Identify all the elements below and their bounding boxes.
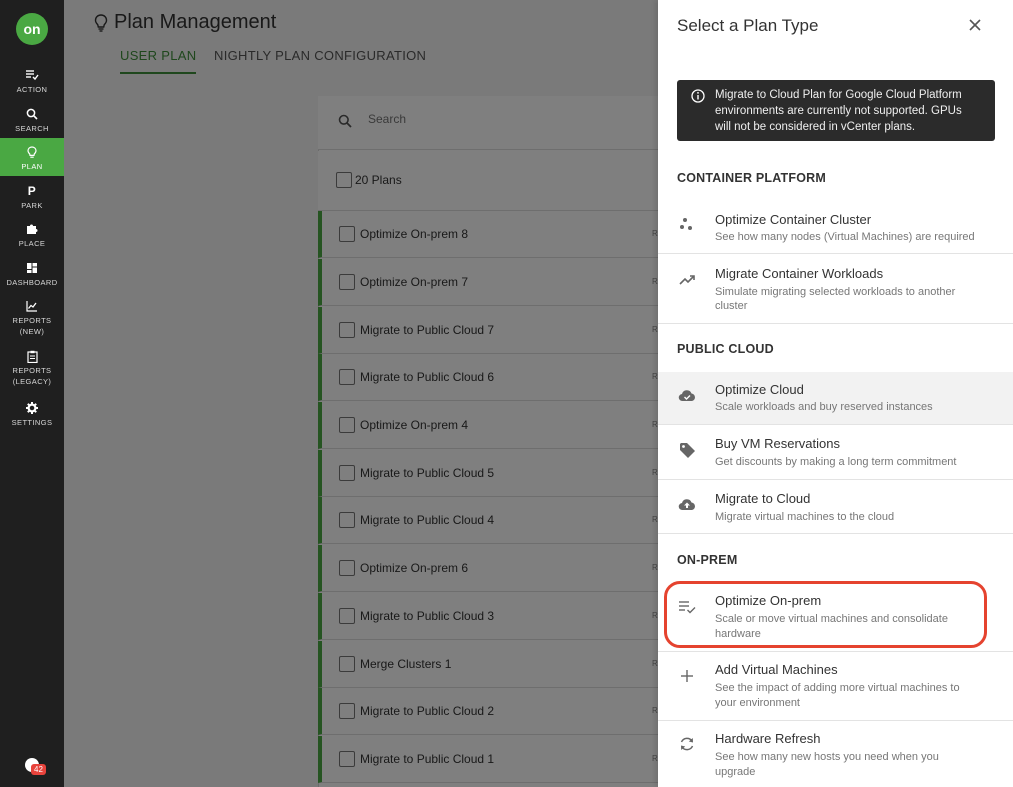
- option-migrate-to-cloud[interactable]: Migrate to Cloud Migrate virtual machine…: [658, 481, 1013, 534]
- option-desc: See how many nodes (Virtual Machines) ar…: [715, 231, 975, 243]
- option-title: Buy VM Reservations: [715, 436, 840, 451]
- option-desc: Scale workloads and buy reserved instanc…: [715, 401, 933, 413]
- lightbulb-icon: [25, 145, 39, 159]
- option-title: Optimize Cloud: [715, 382, 804, 397]
- option-desc: Migrate virtual machines to the cloud: [715, 511, 895, 523]
- notice-line: will not be considered in vCenter plans.: [715, 121, 916, 133]
- section-on-prem: ON-PREM: [677, 553, 738, 567]
- notice-line: Migrate to Cloud Plan for Google Cloud P…: [715, 89, 962, 101]
- notification-count-badge: 42: [31, 764, 46, 775]
- section-container-platform: CONTAINER PLATFORM: [677, 171, 826, 185]
- dashboard-icon: [25, 261, 39, 275]
- option-desc: cluster: [715, 300, 748, 312]
- refresh-icon: [680, 737, 694, 751]
- nav-label: SETTINGS: [11, 418, 53, 427]
- park-icon: P: [27, 184, 37, 198]
- nav-label-sub: (NEW): [19, 327, 45, 336]
- nav-label: REPORTS: [12, 366, 52, 375]
- highlight-annotation: [664, 581, 987, 648]
- option-title: Optimize Container Cluster: [715, 212, 872, 227]
- app-root: Plan Management USER PLAN NIGHTLY PLAN C…: [0, 0, 1013, 787]
- nav-label: SEARCH: [15, 124, 49, 133]
- nav-label-sub: (LEGACY): [12, 377, 52, 386]
- cluster-icon: [680, 218, 692, 230]
- option-desc: See the impact of adding more virtual ma…: [715, 682, 960, 694]
- option-title: Migrate to Cloud: [715, 491, 811, 506]
- chart-icon: [25, 299, 39, 313]
- option-desc: upgrade: [715, 766, 756, 778]
- option-title: Migrate Container Workloads: [715, 266, 884, 281]
- cloud-check-icon: [678, 390, 695, 402]
- plan-type-panel: Select a Plan Type Migrate to Cloud Plan…: [658, 0, 1013, 787]
- nav-label: DASHBOARD: [6, 278, 58, 287]
- option-desc: Get discounts by making a long term comm…: [715, 456, 957, 468]
- left-nav: on ACTION SEARCH PLAN P PARK PLACE DASHB…: [0, 0, 64, 787]
- nav-label: PLAN: [21, 162, 43, 171]
- close-icon[interactable]: [967, 17, 983, 33]
- nav-label: PLACE: [18, 239, 46, 248]
- notice-line: environments are currently not supported…: [715, 105, 962, 117]
- panel-title: Select a Plan Type: [677, 16, 819, 35]
- nav-item-plan[interactable]: PLAN: [0, 138, 64, 176]
- action-icon: [25, 68, 39, 82]
- nav-item-place[interactable]: PLACE: [0, 222, 64, 252]
- option-desc: Simulate migrating selected workloads to…: [715, 286, 956, 298]
- option-buy-vm-reservations[interactable]: Buy VM Reservations Get discounts by mak…: [658, 426, 1013, 480]
- search-icon: [25, 107, 39, 121]
- nav-label: REPORTS: [12, 316, 52, 325]
- app-logo: on: [16, 13, 48, 45]
- cloud-upload-icon: [678, 499, 695, 511]
- nav-item-park[interactable]: P PARK: [0, 184, 64, 214]
- plus-icon: [681, 670, 693, 682]
- nav-label: PARK: [21, 201, 43, 210]
- option-title: Hardware Refresh: [715, 731, 821, 746]
- option-hardware-refresh[interactable]: Hardware Refresh See how many new hosts …: [658, 722, 1013, 787]
- unsupported-notice: Migrate to Cloud Plan for Google Cloud P…: [677, 80, 995, 141]
- puzzle-icon: [25, 222, 39, 236]
- section-public-cloud: PUBLIC CLOUD: [677, 342, 774, 356]
- option-desc: See how many new hosts you need when you: [715, 751, 939, 763]
- nav-item-settings[interactable]: SETTINGS: [0, 401, 64, 431]
- nav-label: ACTION: [16, 85, 48, 94]
- option-add-virtual-machines[interactable]: Add Virtual Machines See the impact of a…: [658, 653, 1013, 721]
- option-optimize-cloud[interactable]: Optimize Cloud Scale workloads and buy r…: [658, 372, 1013, 425]
- option-migrate-container-workloads[interactable]: Migrate Container Workloads Simulate mig…: [658, 255, 1013, 324]
- option-title: Add Virtual Machines: [715, 662, 838, 677]
- modal-backdrop[interactable]: [64, 0, 658, 787]
- trending-up-icon: [679, 275, 695, 285]
- nav-item-reports-new[interactable]: REPORTS (NEW): [0, 299, 64, 341]
- tag-icon: [680, 443, 695, 458]
- option-optimize-container-cluster[interactable]: Optimize Container Cluster See how many …: [658, 201, 1013, 254]
- gear-icon: [25, 401, 39, 415]
- nav-item-reports-legacy[interactable]: REPORTS (LEGACY): [0, 349, 64, 391]
- option-desc: your environment: [715, 697, 800, 709]
- info-icon: [691, 89, 705, 103]
- nav-item-search[interactable]: SEARCH: [0, 107, 64, 137]
- clipboard-icon: [25, 349, 39, 363]
- nav-item-action[interactable]: ACTION: [0, 68, 64, 98]
- nav-item-dashboard[interactable]: DASHBOARD: [0, 261, 64, 291]
